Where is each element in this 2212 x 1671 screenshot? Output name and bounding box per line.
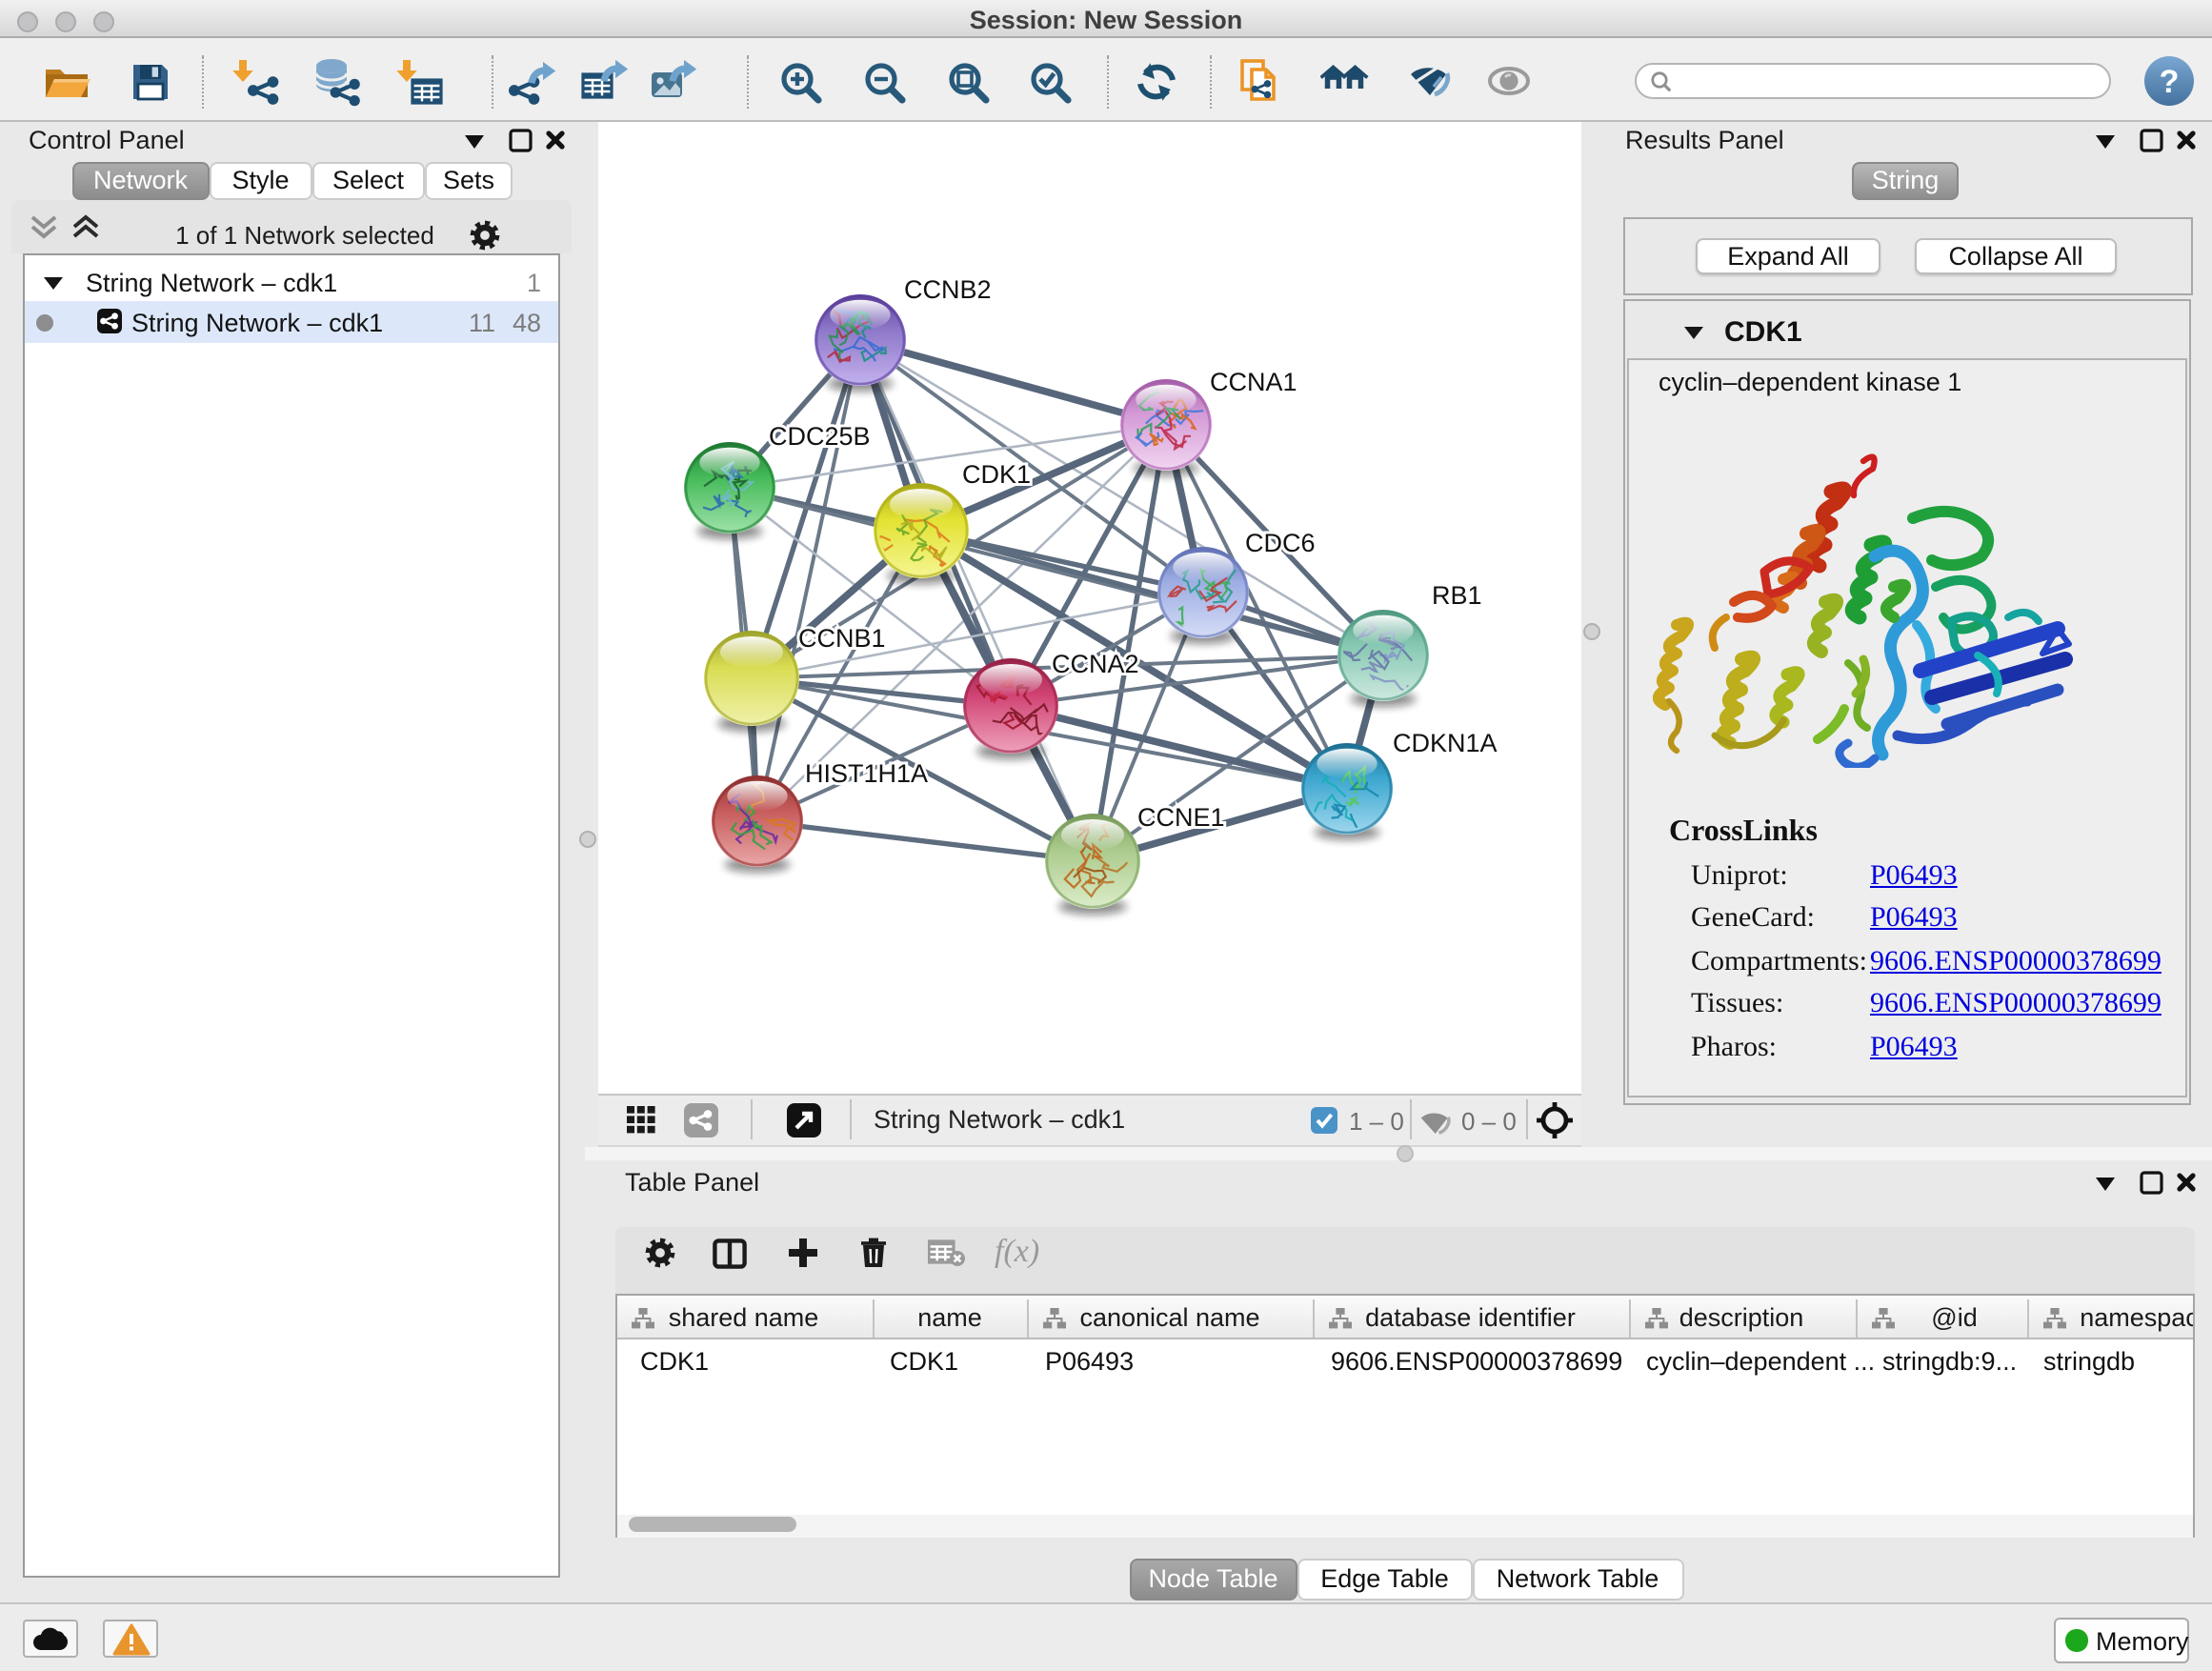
svg-text:CCNE1: CCNE1 [1137, 803, 1225, 832]
svg-text:CDKN1A: CDKN1A [1393, 729, 1498, 757]
svg-text:CDC6: CDC6 [1245, 529, 1316, 557]
svg-text:CCNB2: CCNB2 [904, 275, 992, 304]
svg-text:RB1: RB1 [1432, 581, 1482, 610]
svg-text:CCNA2: CCNA2 [1052, 650, 1139, 678]
svg-text:HIST1H1A: HIST1H1A [805, 759, 928, 788]
svg-text:CCNA1: CCNA1 [1210, 368, 1297, 396]
svg-text:?: ? [2159, 64, 2179, 100]
svg-text:CDK1: CDK1 [962, 460, 1031, 489]
svg-text:CCNB1: CCNB1 [798, 624, 886, 653]
svg-text:CDC25B: CDC25B [769, 422, 871, 451]
